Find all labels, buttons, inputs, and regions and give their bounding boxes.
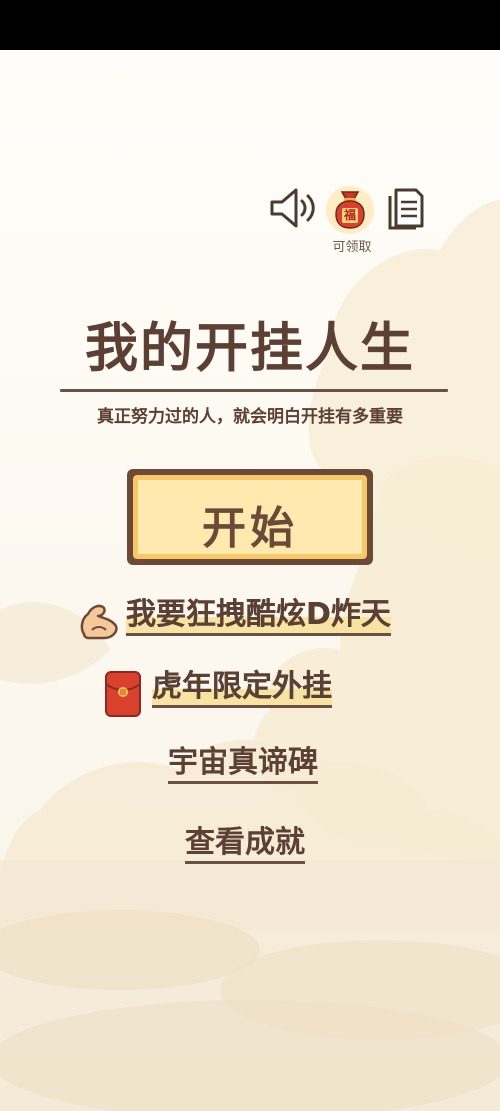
start-button[interactable]: 开始 — [127, 469, 373, 565]
claim-label: 可领取 — [332, 240, 372, 255]
menu-achievements[interactable]: 查看成就 — [185, 826, 305, 864]
start-button-label: 开始 — [202, 503, 298, 554]
fortune-bag-button[interactable]: 福 — [322, 182, 378, 234]
red-envelope-icon — [105, 671, 141, 717]
menu-universe-label: 宇宙真谛碑 — [168, 746, 318, 784]
title-divider — [60, 389, 448, 392]
status-bar — [0, 0, 500, 50]
fortune-bag-char: 福 — [343, 208, 356, 222]
menu-tiger[interactable]: 虎年限定外挂 — [152, 670, 332, 708]
document-icon — [388, 188, 424, 230]
menu-universe[interactable]: 宇宙真谛碑 — [168, 746, 318, 784]
game-subtitle: 真正努力过的人，就会明白开挂有多重要 — [97, 407, 403, 427]
game-title: 我的开挂人生 — [85, 318, 415, 379]
muscle-arm-icon — [80, 604, 118, 640]
rules-button[interactable] — [386, 186, 426, 230]
sound-button[interactable] — [268, 186, 320, 230]
menu-shout-label: 我要狂拽酷炫D炸天 — [126, 598, 391, 636]
menu-achievements-label: 查看成就 — [185, 826, 305, 864]
start-button-face: 开始 — [133, 475, 367, 559]
menu-shout[interactable]: 我要狂拽酷炫D炸天 — [126, 598, 391, 636]
menu-tiger-label: 虎年限定外挂 — [152, 670, 332, 708]
speaker-icon — [270, 188, 315, 228]
